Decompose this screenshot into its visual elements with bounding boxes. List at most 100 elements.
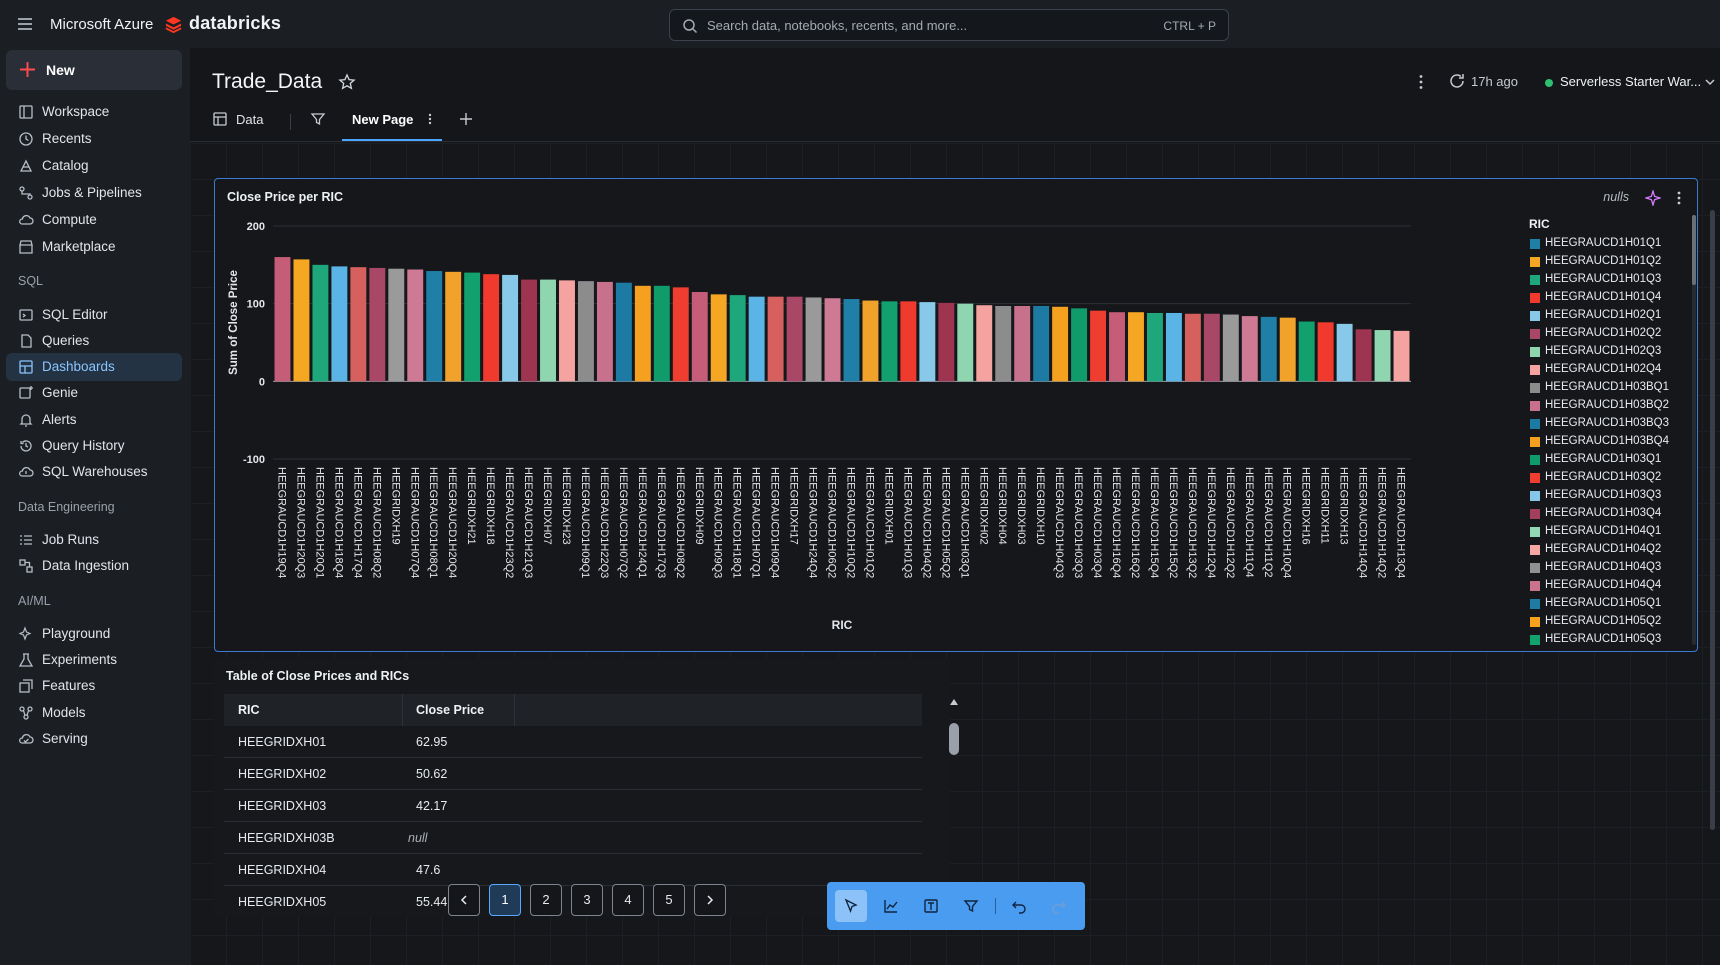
table-row[interactable]: HEEGRIDXH01 62.95	[224, 726, 922, 758]
legend-item[interactable]: HEEGRAUCD1H02Q1	[1529, 307, 1679, 325]
sidebar-item-models[interactable]: Models	[6, 699, 182, 727]
legend-item[interactable]: HEEGRAUCD1H01Q3	[1529, 271, 1679, 289]
legend-item[interactable]: HEEGRAUCD1H05Q1	[1529, 595, 1679, 613]
table-row[interactable]: HEEGRIDXH04 47.6	[224, 854, 922, 886]
cell-close-price: 55.44	[416, 895, 448, 909]
legend-item[interactable]: HEEGRAUCD1H04Q4	[1529, 577, 1679, 595]
scrollbar-thumb[interactable]	[949, 723, 959, 755]
warehouse-selector[interactable]: Serverless Starter War...	[1560, 74, 1701, 89]
add-chart-button[interactable]	[875, 890, 907, 922]
legend-scrollbar-thumb[interactable]	[1692, 215, 1696, 285]
sidebar-item-alerts[interactable]: Alerts	[6, 406, 182, 434]
column-header-ric[interactable]: RIC	[238, 703, 260, 717]
tab-new-page[interactable]: New Page	[342, 100, 442, 141]
page-button-2[interactable]: 2	[530, 884, 562, 916]
legend-item[interactable]: HEEGRAUCD1H03BQ3	[1529, 415, 1679, 433]
tab-data[interactable]: Data	[212, 100, 274, 141]
table-row[interactable]: HEEGRIDXH02 50.62	[224, 758, 922, 790]
sidebar-item-sql-editor[interactable]: SQL Editor	[6, 301, 182, 329]
sidebar-item-workspace[interactable]: Workspace	[6, 98, 182, 126]
new-button[interactable]: New	[6, 50, 182, 90]
add-filter-button[interactable]	[955, 890, 987, 922]
column-header-close-price[interactable]: Close Price	[416, 703, 484, 717]
sidebar-item-compute[interactable]: Compute	[6, 206, 182, 234]
legend-item[interactable]: HEEGRAUCD1H01Q2	[1529, 253, 1679, 271]
sidebar-item-data-ingestion[interactable]: Data Ingestion	[6, 552, 182, 580]
legend-title: RIC	[1529, 217, 1550, 231]
x-tick-label: HEEGRIDXH03	[1015, 467, 1027, 545]
chevron-down-icon[interactable]	[1704, 76, 1716, 88]
sidebar-item-playground[interactable]: Playground	[6, 620, 182, 648]
menu-icon[interactable]	[16, 15, 34, 33]
legend-item[interactable]: HEEGRAUCD1H04Q2	[1529, 541, 1679, 559]
sidebar-item-recents[interactable]: Recents	[6, 125, 182, 153]
nulls-indicator[interactable]: nulls	[1603, 190, 1629, 204]
page-button-4[interactable]: 4	[612, 884, 644, 916]
legend-item[interactable]: HEEGRAUCD1H03Q4	[1529, 505, 1679, 523]
bar	[1033, 305, 1050, 382]
legend-item[interactable]: HEEGRAUCD1H01Q1	[1529, 235, 1679, 253]
chart-widget[interactable]: Close Price per RIC nulls -100 0 100 200 Sum…	[214, 178, 1698, 652]
sidebar-item-marketplace[interactable]: Marketplace	[6, 233, 182, 261]
sidebar-item-jobs-pipelines[interactable]: Jobs & Pipelines	[6, 179, 182, 207]
column-divider[interactable]	[402, 694, 403, 726]
legend-item[interactable]: HEEGRAUCD1H03Q3	[1529, 487, 1679, 505]
legend-item[interactable]: HEEGRAUCD1H03Q1	[1529, 451, 1679, 469]
next-page-button[interactable]	[694, 884, 726, 916]
legend-swatch	[1530, 293, 1540, 303]
sidebar-item-queries[interactable]: Queries	[6, 327, 182, 355]
page-button-5[interactable]: 5	[653, 884, 685, 916]
sidebar-item-serving[interactable]: Serving	[6, 725, 182, 753]
legend-item[interactable]: HEEGRAUCD1H04Q1	[1529, 523, 1679, 541]
tab-options-icon[interactable]	[422, 111, 438, 127]
legend-item[interactable]: HEEGRAUCD1H03BQ1	[1529, 379, 1679, 397]
legend-item[interactable]: HEEGRAUCD1H03BQ2	[1529, 397, 1679, 415]
legend-item[interactable]: HEEGRAUCD1H03Q2	[1529, 469, 1679, 487]
page-button-3[interactable]: 3	[571, 884, 603, 916]
refresh-icon[interactable]	[1448, 72, 1466, 90]
add-page-button[interactable]	[458, 100, 478, 141]
legend-item[interactable]: HEEGRAUCD1H03BQ4	[1529, 433, 1679, 451]
more-options-icon[interactable]	[1412, 73, 1430, 91]
page-button-1[interactable]: 1	[489, 884, 521, 916]
global-search-input[interactable]: Search data, notebooks, recents, and mor…	[669, 9, 1229, 41]
legend-item[interactable]: HEEGRAUCD1H02Q2	[1529, 325, 1679, 343]
legend-item[interactable]: HEEGRAUCD1H02Q3	[1529, 343, 1679, 361]
legend-item[interactable]: HEEGRAUCD1H05Q3	[1529, 631, 1679, 647]
sidebar-item-catalog[interactable]: Catalog	[6, 152, 182, 180]
bell-icon	[18, 412, 34, 428]
star-icon[interactable]	[338, 73, 356, 91]
sidebar-item-query-history[interactable]: Query History	[6, 432, 182, 460]
sidebar-item-job-runs[interactable]: Job Runs	[6, 526, 182, 554]
redo-button[interactable]	[1043, 890, 1075, 922]
page-scrollbar[interactable]	[1710, 210, 1715, 830]
add-textbox-button[interactable]	[915, 890, 947, 922]
scroll-up-icon[interactable]	[949, 697, 959, 707]
sidebar-item-genie[interactable]: Genie	[6, 379, 182, 407]
page-title[interactable]: Trade_Data	[212, 70, 322, 94]
column-divider[interactable]	[514, 694, 515, 726]
legend-item[interactable]: HEEGRAUCD1H04Q3	[1529, 559, 1679, 577]
brand-azure[interactable]: Microsoft Azure	[50, 16, 153, 33]
sidebar-item-dashboards[interactable]: Dashboards	[6, 353, 182, 381]
dashboard-icon	[18, 359, 34, 375]
table-row[interactable]: HEEGRIDXH03B null	[224, 822, 922, 854]
select-tool-button[interactable]	[835, 890, 867, 922]
widget-options-icon[interactable]	[1671, 190, 1687, 206]
ai-assistant-icon[interactable]	[1645, 190, 1661, 206]
tab-filters[interactable]	[310, 100, 330, 141]
sidebar-item-features[interactable]: Features	[6, 672, 182, 700]
table-widget[interactable]: Table of Close Prices and RICs RIC Close…	[214, 658, 959, 916]
table-scrollbar[interactable]	[948, 695, 960, 883]
legend-item[interactable]: HEEGRAUCD1H01Q4	[1529, 289, 1679, 307]
table-row[interactable]: HEEGRIDXH03 42.17	[224, 790, 922, 822]
undo-button[interactable]	[1003, 890, 1035, 922]
sidebar-item-sql-warehouses[interactable]: SQL Warehouses	[6, 458, 182, 486]
brand-databricks[interactable]: databricks	[189, 13, 281, 34]
prev-page-button[interactable]	[448, 884, 480, 916]
sidebar-item-experiments[interactable]: Experiments	[6, 646, 182, 674]
legend-item[interactable]: HEEGRAUCD1H02Q4	[1529, 361, 1679, 379]
x-tick-label: HEEGRAUCD1H03Q4	[1091, 467, 1103, 578]
legend-item[interactable]: HEEGRAUCD1H05Q2	[1529, 613, 1679, 631]
x-tick-label: HEEGRIDXH23	[560, 467, 572, 545]
